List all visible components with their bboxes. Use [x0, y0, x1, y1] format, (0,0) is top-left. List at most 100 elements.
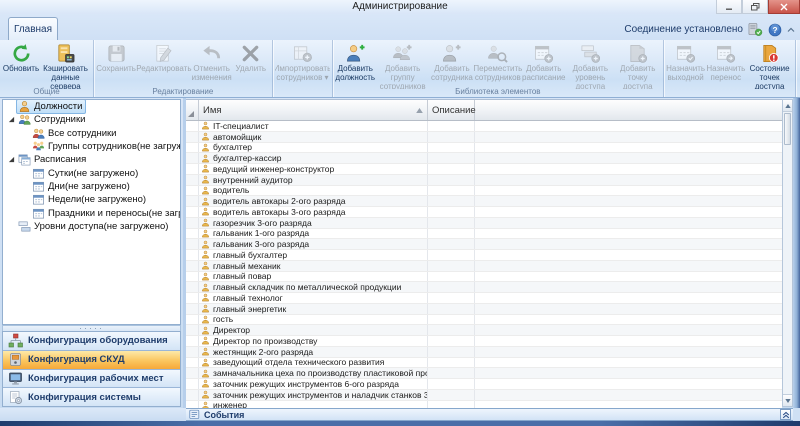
description-cell: [428, 358, 475, 368]
table-row[interactable]: бухгалтер-кассир: [186, 153, 782, 164]
table-row[interactable]: инженер: [186, 401, 782, 409]
calendar-icon: [32, 193, 45, 206]
ribbon-button-server-cache[interactable]: Кэшировать данные сервера: [40, 41, 91, 89]
name-cell: водитель автокары 2-ого разряда: [199, 196, 428, 206]
column-header-name[interactable]: Имя: [199, 100, 428, 120]
ribbon-button-refresh[interactable]: Обновить: [2, 41, 40, 89]
tree-item[interactable]: Недели(не загружено): [3, 193, 180, 206]
table-row[interactable]: внутренний аудитор: [186, 175, 782, 186]
table-row[interactable]: главный технолог: [186, 293, 782, 304]
minimize-button[interactable]: [716, 0, 742, 14]
tab-home[interactable]: Главная: [8, 17, 58, 40]
collapse-icon[interactable]: [6, 116, 16, 123]
person-icon: [201, 154, 210, 163]
tree-item[interactable]: Группы сотрудников(не загружено): [3, 140, 180, 153]
close-button[interactable]: [768, 0, 800, 14]
position-name: ведущий инженер-конструктор: [213, 164, 334, 174]
table-row[interactable]: бухгалтер: [186, 143, 782, 154]
ribbon-button-add-group: Добавить группу сотрудников: [375, 41, 430, 89]
ribbon-button-label: Импортировать сотрудников ▾: [275, 65, 330, 83]
dock-chevrons-button[interactable]: [780, 409, 791, 420]
description-cell: [428, 261, 475, 271]
table-row[interactable]: главный складчик по металлической продук…: [186, 282, 782, 293]
position-name: инженер: [213, 401, 247, 409]
ribbon-button-add-position[interactable]: Добавить должность: [335, 41, 375, 89]
ribbon-collapse-icon[interactable]: [787, 26, 795, 34]
row-indicator-cell: [186, 175, 199, 185]
table-row[interactable]: главный повар: [186, 272, 782, 283]
module-nav: Конфигурация оборудованияКонфигурация СК…: [2, 331, 181, 407]
table-row[interactable]: гальваник 1-ого разряда: [186, 229, 782, 240]
row-indicator-cell: [186, 196, 199, 206]
description-cell: [428, 379, 475, 389]
description-cell: [428, 164, 475, 174]
save-icon: [106, 43, 127, 64]
table-row[interactable]: газорезчик 3-ого разряда: [186, 218, 782, 229]
table-row[interactable]: ведущий инженер-конструктор: [186, 164, 782, 175]
tree-item[interactable]: Должности: [3, 100, 180, 113]
table-row[interactable]: заточник режущих инструментов и наладчик…: [186, 390, 782, 401]
vertical-scrollbar[interactable]: [782, 99, 793, 407]
table-row[interactable]: автомойщик: [186, 132, 782, 143]
assign-dayoff-icon: [675, 43, 696, 64]
ribbon-group: СохранитьРедактироватьОтменить изменения…: [94, 40, 273, 97]
table-row[interactable]: водитель: [186, 186, 782, 197]
nav-item-workstations[interactable]: Конфигурация рабочих мест: [3, 369, 180, 388]
tree-item[interactable]: Сотрудники: [3, 113, 180, 126]
ribbon-button-access-state[interactable]: Состояние точек доступа: [746, 41, 793, 89]
events-bar[interactable]: События: [186, 408, 793, 421]
table-row[interactable]: гость: [186, 315, 782, 326]
person-icon: [201, 132, 210, 141]
ribbon-button-edit: Редактировать: [136, 41, 191, 89]
tree-item-label: Расписания: [34, 154, 86, 165]
ribbon-button-label: Добавить точку доступа: [616, 65, 660, 89]
nav-panel-footer: [0, 408, 186, 421]
table-row[interactable]: гальваник 3-ого разряда: [186, 239, 782, 250]
schedules-icon: [18, 153, 31, 166]
description-cell: [428, 218, 475, 228]
position-name: бухгалтер-кассир: [213, 153, 281, 163]
scrollbar-thumb[interactable]: [784, 113, 791, 145]
table-row[interactable]: заведующий отдела технического развития: [186, 358, 782, 369]
tree-item[interactable]: Праздники и переносы(не загружено): [3, 206, 180, 219]
tree-item[interactable]: Уровни доступа(не загружено): [3, 220, 180, 233]
nav-item-system[interactable]: Конфигурация системы: [3, 387, 180, 406]
row-indicator-cell: [186, 239, 199, 249]
description-cell: [428, 207, 475, 217]
name-cell: Директор по производству: [199, 336, 428, 346]
table-row[interactable]: заточник режущих инструментов 6-ого разр…: [186, 379, 782, 390]
column-header-description[interactable]: Описание: [428, 100, 475, 120]
table-row[interactable]: главный энергетик: [186, 304, 782, 315]
table-row[interactable]: главный бухгалтер: [186, 250, 782, 261]
name-cell: Директор: [199, 325, 428, 335]
scroll-down-button[interactable]: [783, 394, 792, 406]
table-row[interactable]: водитель автокары 3-ого разряда: [186, 207, 782, 218]
table-row[interactable]: Директор: [186, 325, 782, 336]
undo-icon: [201, 43, 222, 64]
table-row[interactable]: Директор по производству: [186, 336, 782, 347]
name-cell: гальваник 3-ого разряда: [199, 239, 428, 249]
table-row[interactable]: IT-специалист: [186, 121, 782, 132]
nav-item-skud[interactable]: Конфигурация СКУД: [3, 350, 180, 369]
table-row[interactable]: водитель автокары 2-ого разряда: [186, 196, 782, 207]
collapse-icon[interactable]: [6, 156, 16, 163]
table-row[interactable]: замначальника цеха по производству пласт…: [186, 368, 782, 379]
nav-item-hardware[interactable]: Конфигурация оборудования: [3, 332, 180, 350]
row-indicator-cell: [186, 390, 199, 400]
row-indicator-cell: [186, 121, 199, 131]
ribbon-group-buttons: Импортировать сотрудников ▾: [275, 41, 330, 87]
help-icon[interactable]: ?: [768, 23, 782, 37]
tree-item[interactable]: Все сотрудники: [3, 127, 180, 140]
tree-item[interactable]: Дни(не загружено): [3, 180, 180, 193]
nav-item-label: Конфигурация рабочих мест: [28, 373, 163, 384]
table-row[interactable]: главный механик: [186, 261, 782, 272]
tree-item[interactable]: Сутки(не загружено): [3, 166, 180, 179]
table-row[interactable]: жестянщик 2-ого разряда: [186, 347, 782, 358]
ribbon: ОбновитьКэшировать данные сервераОбщиеСо…: [0, 40, 800, 98]
ribbon-group-caption: Общие: [0, 87, 93, 96]
tree-item[interactable]: Расписания: [3, 153, 180, 166]
edit-icon: [153, 43, 174, 64]
ribbon-button-label: Сохранить: [96, 65, 136, 74]
restore-button[interactable]: [742, 0, 768, 14]
scroll-up-button[interactable]: [783, 100, 792, 112]
